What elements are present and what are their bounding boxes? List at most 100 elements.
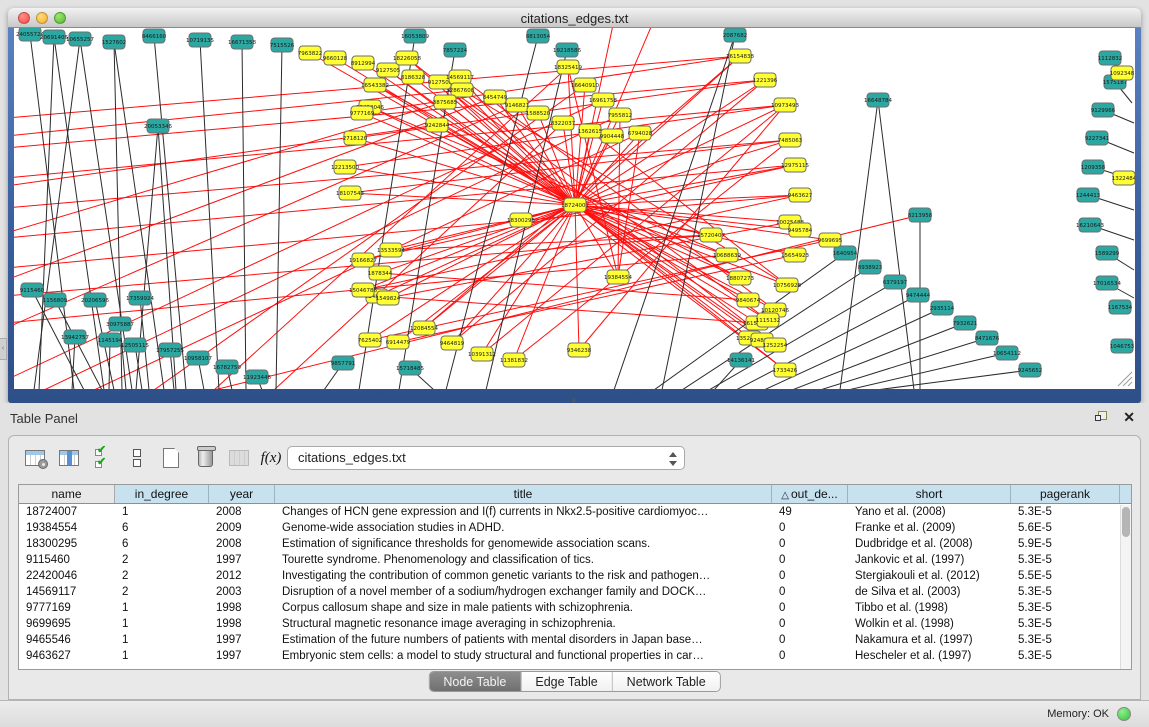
graph-node[interactable]: 12975115	[781, 158, 809, 172]
table-row[interactable]: 2242004622012Investigating the contribut…	[19, 568, 1131, 584]
graph-node[interactable]: 18107543	[336, 186, 364, 200]
column-header-name[interactable]: name	[19, 485, 115, 503]
column-header-out_de[interactable]: △out_de...	[772, 485, 848, 503]
delete-column-button[interactable]	[191, 444, 219, 472]
graph-node[interactable]: 7857224	[443, 43, 468, 57]
graph-node[interactable]: 7625402	[358, 333, 383, 347]
graph-node[interactable]: 6914479	[386, 335, 411, 349]
graph-node[interactable]: 10973493	[771, 98, 799, 112]
graph-node[interactable]: 9127505	[376, 63, 401, 77]
graph-node[interactable]: 12084554	[410, 321, 438, 335]
graph-node[interactable]: 10654112	[993, 346, 1021, 360]
graph-node[interactable]: 13533594	[377, 243, 405, 257]
graph-node[interactable]: 19166827	[349, 253, 377, 267]
graph-node[interactable]: 16543382	[361, 78, 389, 92]
tab-edge-table[interactable]: Edge Table	[521, 672, 612, 691]
network-canvas[interactable]: 2405572420691406106552571527602846616010…	[14, 28, 1135, 389]
row-height-button[interactable]	[123, 444, 151, 472]
graph-node[interactable]: 16210643	[1076, 218, 1104, 232]
close-panel-icon[interactable]: ✕	[1123, 409, 1135, 425]
graph-node[interactable]: 1156809	[43, 293, 68, 307]
table-row[interactable]: 946554611997Estimation of the future num…	[19, 632, 1131, 648]
graph-node[interactable]: 1322484	[1112, 171, 1135, 185]
graph-node[interactable]: 10958107	[184, 351, 212, 365]
graph-node[interactable]: 18807273	[726, 271, 754, 285]
graph-node[interactable]: 16961758	[589, 93, 617, 107]
column-header-pagerank[interactable]: pagerank	[1011, 485, 1120, 503]
graph-node[interactable]: 1221396	[753, 73, 778, 87]
graph-node[interactable]: 9474444	[906, 288, 931, 302]
graph-node[interactable]: 8471676	[975, 331, 1000, 345]
graph-node[interactable]: 1589299	[1095, 246, 1120, 260]
graph-node[interactable]: 8322037	[551, 116, 576, 130]
column-header-short[interactable]: short	[848, 485, 1011, 503]
scrollbar-thumb[interactable]	[1122, 507, 1130, 537]
graph-node[interactable]: 9464819	[440, 336, 465, 350]
graph-node[interactable]: 9777169	[350, 106, 375, 120]
graph-node[interactable]: 18226058	[393, 51, 421, 65]
graph-node[interactable]: 3875685	[433, 95, 458, 109]
graph-node[interactable]: 20206596	[81, 293, 109, 307]
graph-node[interactable]: 10688639	[713, 248, 741, 262]
graph-node[interactable]: 18300295	[507, 213, 535, 227]
graph-node[interactable]: 7963822	[298, 46, 323, 60]
network-view-window[interactable]: citations_edges.txt 24055724206914061065…	[8, 8, 1141, 403]
graph-node[interactable]: 9115460	[20, 283, 45, 297]
float-panel-icon[interactable]	[1095, 411, 1109, 424]
collapsed-panel-handle[interactable]: ‹	[0, 338, 7, 360]
graph-node[interactable]: 12213500	[331, 160, 359, 174]
column-header-in_degree[interactable]: in_degree	[115, 485, 209, 503]
graph-node[interactable]: 1115132	[756, 313, 781, 327]
graph-node[interactable]: 16053809	[401, 29, 429, 43]
create-column-button[interactable]	[157, 444, 185, 472]
graph-node[interactable]: 6794028	[628, 126, 653, 140]
graph-node[interactable]: 7485063	[778, 133, 803, 147]
function-builder-button[interactable]: f(x)	[257, 444, 285, 472]
graph-node[interactable]: 18325419	[554, 60, 582, 74]
graph-node[interactable]: 14136141	[727, 353, 755, 367]
graph-node[interactable]: 1209358	[1081, 160, 1106, 174]
graph-node[interactable]: 1733426	[773, 363, 798, 377]
graph-node[interactable]: 6379197	[883, 275, 908, 289]
graph-node[interactable]: 16640910	[571, 78, 599, 92]
graph-node[interactable]: 8813054	[526, 29, 551, 43]
window-titlebar[interactable]: citations_edges.txt	[8, 8, 1141, 28]
table-selector-dropdown[interactable]: citations_edges.txt	[287, 446, 685, 470]
memory-ok-indicator[interactable]	[1117, 707, 1131, 721]
graph-node[interactable]: 15654923	[781, 248, 809, 262]
graph-node[interactable]: 1244413	[1076, 188, 1101, 202]
table-row[interactable]: 1830029562008Estimation of significance …	[19, 536, 1131, 552]
graph-node[interactable]: 7932621	[953, 316, 978, 330]
graph-node[interactable]: 9146821	[505, 98, 530, 112]
graph-node[interactable]: 11923446	[243, 370, 271, 384]
graph-node[interactable]: 1092348	[1110, 66, 1135, 80]
table-row[interactable]: 911546021997Tourette syndrome. Phenomeno…	[19, 552, 1131, 568]
graph-node[interactable]: 1527602	[102, 35, 127, 49]
select-column-button[interactable]	[55, 444, 83, 472]
graph-node[interactable]: 9904448	[600, 129, 625, 143]
table-row[interactable]: 969969511998Structural magnetic resonanc…	[19, 616, 1131, 632]
table-row[interactable]: 1938455462009Genome-wide association stu…	[19, 520, 1131, 536]
graph-node[interactable]: 15046786	[349, 283, 377, 297]
graph-node[interactable]: 16671358	[228, 35, 256, 49]
graph-node[interactable]: 9840674	[736, 293, 761, 307]
graph-node[interactable]: 16782759	[213, 360, 241, 374]
table-scrollbar[interactable]	[1120, 505, 1131, 669]
graph-node[interactable]: 9699695	[818, 233, 843, 247]
graph-node[interactable]: 7955812	[608, 108, 633, 122]
graph-node[interactable]: 8186328	[401, 70, 426, 84]
graph-node[interactable]: 17016534	[1093, 276, 1121, 290]
graph-node[interactable]: 17359924	[126, 291, 154, 305]
graph-node[interactable]: 1640954	[833, 246, 858, 260]
table-row[interactable]: 977716911998Corpus callosum shape and si…	[19, 600, 1131, 616]
graph-node[interactable]: 9463627	[788, 188, 813, 202]
graph-node[interactable]: 9346238	[567, 343, 592, 357]
graph-node[interactable]: 1252254	[763, 338, 788, 352]
graph-node[interactable]: 13942757	[61, 330, 89, 344]
graph-node[interactable]: 1549824	[376, 291, 401, 305]
graph-node[interactable]: 9129966	[1091, 103, 1116, 117]
graph-node[interactable]: 1145194	[98, 333, 123, 347]
graph-node[interactable]: 9242844	[425, 118, 450, 132]
graph-node[interactable]: 15718485	[396, 361, 424, 375]
graph-node[interactable]: 9495784	[788, 223, 813, 237]
